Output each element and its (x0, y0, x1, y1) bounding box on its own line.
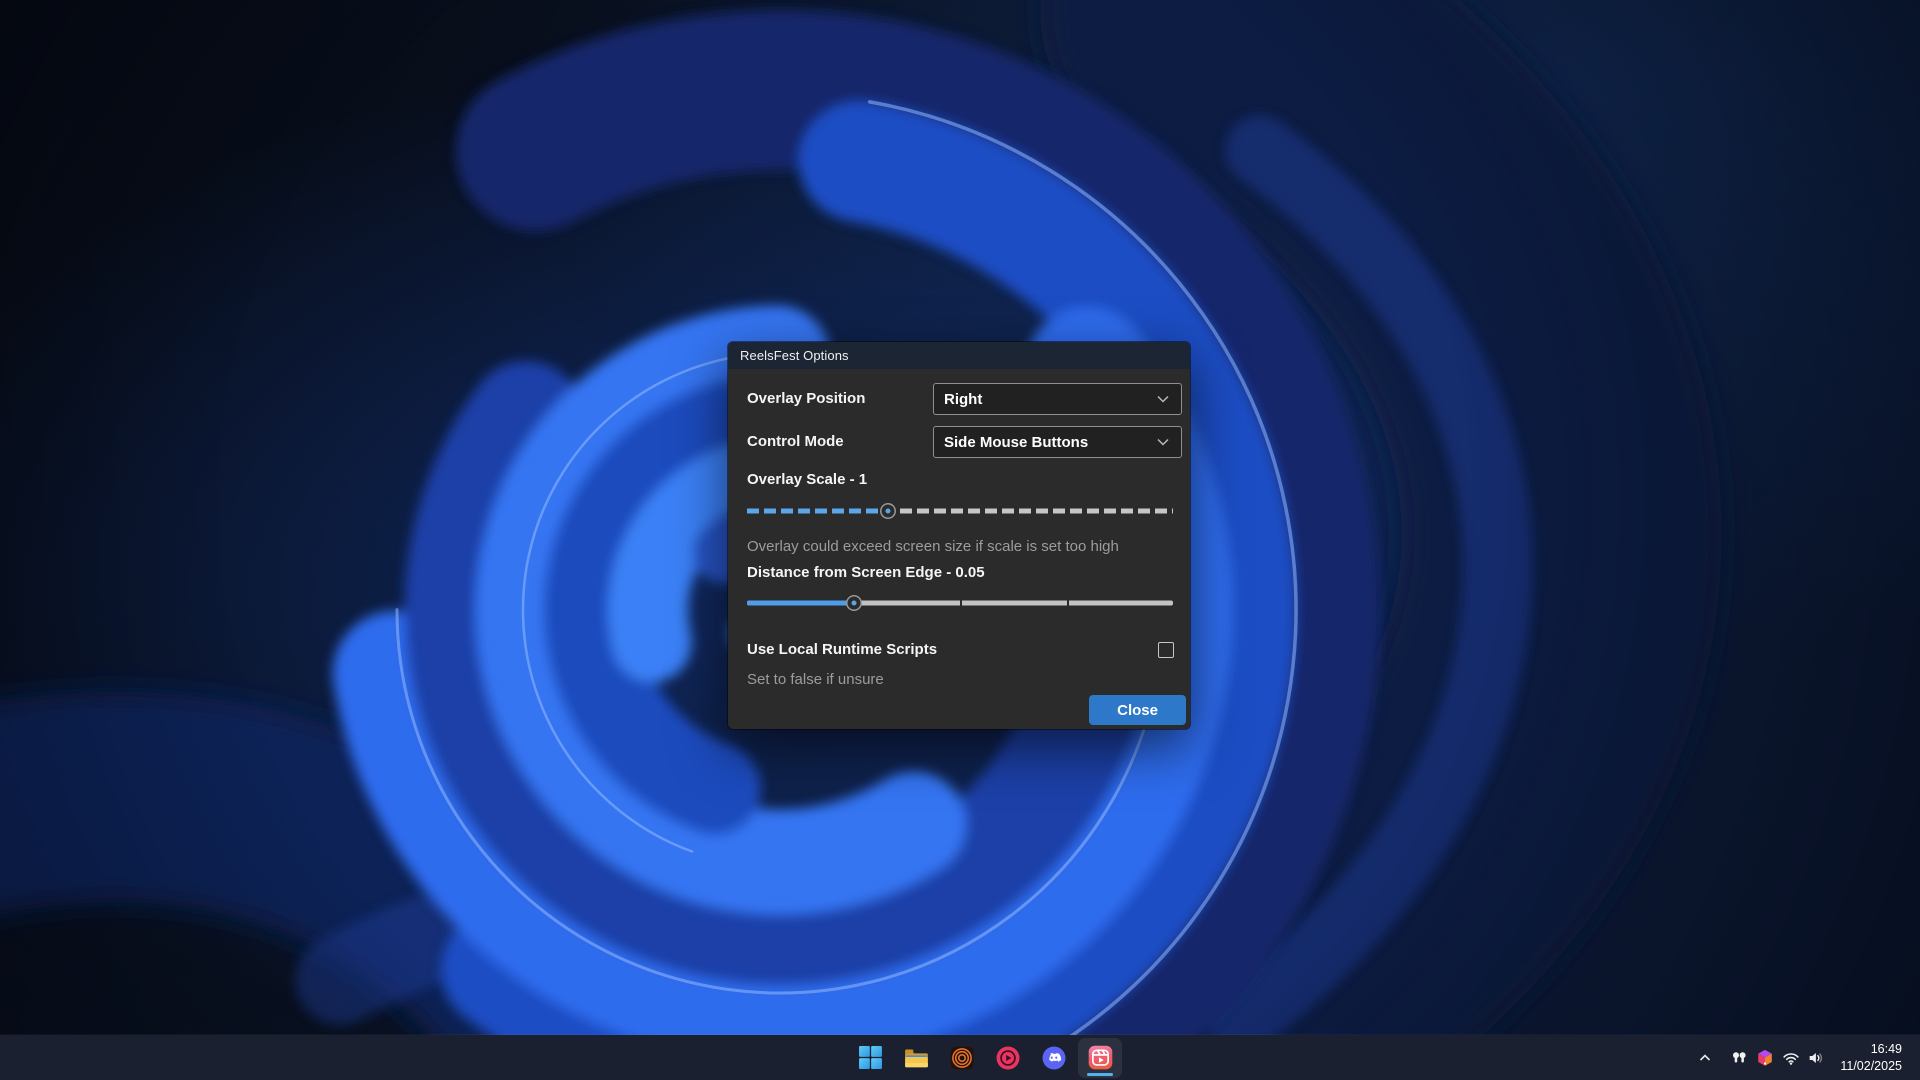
taskbar-clock[interactable]: 16:49 11/02/2025 (1840, 1041, 1902, 1074)
local-scripts-checkbox[interactable] (1158, 642, 1174, 658)
local-scripts-hint: Set to false if unsure (747, 671, 884, 688)
file-explorer-icon (905, 1049, 928, 1067)
overlay-scale-label: Overlay Scale - 1 (747, 471, 868, 488)
start-icon (858, 1046, 882, 1069)
chevron-down-icon (1157, 395, 1169, 403)
dialog-titlebar[interactable]: ReelsFest Options (728, 342, 1190, 369)
chevron-up-icon (1700, 1053, 1711, 1061)
control-mode-dropdown[interactable]: Side Mouse Buttons (933, 426, 1182, 458)
reelsfest-app-button[interactable] (1078, 1037, 1122, 1078)
wifi-icon (1783, 1052, 1800, 1065)
media-play-app-button[interactable] (986, 1038, 1030, 1078)
screen-edge-slider[interactable] (747, 592, 1173, 614)
rings-app-icon (950, 1046, 974, 1069)
clock-time: 16:49 (1870, 1042, 1902, 1057)
overlay-scale-hint: Overlay could exceed screen size if scal… (747, 538, 1119, 555)
cube-app-tray-button[interactable] (1752, 1043, 1778, 1073)
rings-app-button[interactable] (940, 1038, 984, 1078)
control-mode-label: Control Mode (747, 433, 844, 450)
discord-icon (1042, 1046, 1066, 1069)
slider-thumb[interactable] (847, 596, 860, 610)
local-scripts-label: Use Local Runtime Scripts (747, 641, 938, 658)
slider-fill (747, 600, 854, 606)
control-mode-value: Side Mouse Buttons (944, 433, 1089, 451)
discord-button[interactable] (1032, 1038, 1076, 1078)
screen-edge-label: Distance from Screen Edge - 0.05 (747, 564, 985, 581)
start-button[interactable] (848, 1038, 892, 1078)
reelsfest-options-dialog: ReelsFest Options Overlay Position Right… (728, 342, 1190, 729)
overlay-position-dropdown[interactable]: Right (933, 383, 1182, 415)
active-app-indicator (1087, 1072, 1113, 1076)
file-explorer-button[interactable] (894, 1038, 938, 1078)
volume-icon (1810, 1052, 1823, 1063)
reelsfest-icon (1088, 1045, 1112, 1070)
dialog-title: ReelsFest Options (740, 348, 849, 363)
overlay-position-value: Right (944, 390, 983, 408)
slider-tick (960, 600, 962, 606)
cube-app-icon (1758, 1049, 1773, 1066)
slider-tick (1066, 600, 1069, 606)
earbuds-icon (1733, 1051, 1746, 1062)
hidden-icons-button[interactable] (1692, 1043, 1718, 1073)
wifi-tray-button[interactable] (1778, 1043, 1804, 1073)
close-button[interactable]: Close (1089, 695, 1186, 725)
volume-tray-button[interactable] (1804, 1043, 1830, 1073)
slider-fill (747, 508, 888, 514)
taskbar: 16:49 11/02/2025 (0, 1035, 1920, 1080)
overlay-position-label: Overlay Position (747, 390, 866, 407)
taskbar-app-icons (848, 1035, 1122, 1080)
clock-date: 11/02/2025 (1840, 1058, 1902, 1073)
overlay-scale-slider[interactable] (747, 500, 1173, 522)
chevron-down-icon (1157, 438, 1169, 446)
earbuds-tray-button[interactable] (1726, 1043, 1752, 1073)
media-play-app-icon (996, 1046, 1020, 1069)
system-tray: 16:49 11/02/2025 (1692, 1035, 1902, 1080)
slider-thumb[interactable] (881, 504, 895, 518)
